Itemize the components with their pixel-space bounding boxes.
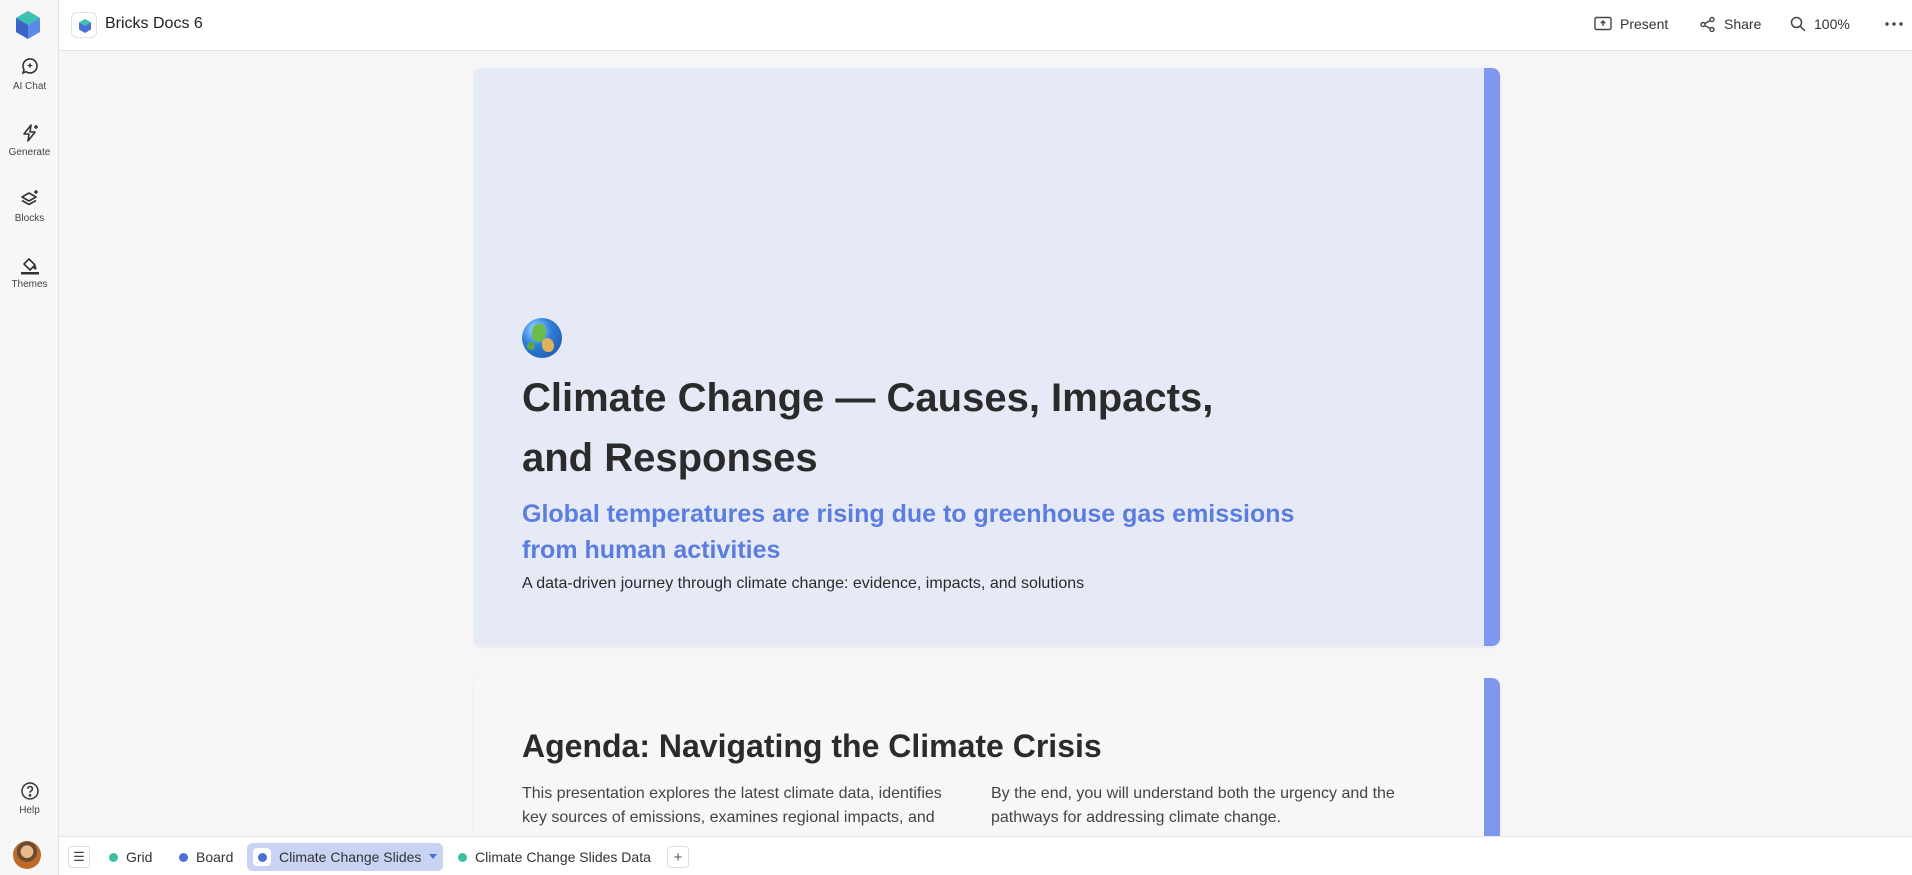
slide-accent-bar: [1484, 68, 1500, 646]
sidebar-item-label: Generate: [8, 147, 51, 158]
share-label: Share: [1724, 16, 1762, 32]
present-button[interactable]: Present: [1594, 0, 1668, 48]
sidebar-item-label: AI Chat: [12, 81, 47, 92]
share-button[interactable]: Share: [1699, 0, 1761, 48]
more-options-button[interactable]: [1885, 0, 1903, 48]
sidebar-item-label: Blocks: [14, 213, 45, 224]
sparkle-bolt-icon: [22, 124, 38, 142]
tab-climate-change-slides-data[interactable]: Climate Change Slides Data: [452, 844, 657, 870]
slide-subtitle[interactable]: Global temperatures are rising due to gr…: [522, 496, 1322, 568]
tab-board[interactable]: Board: [173, 844, 239, 870]
left-rail: AI Chat Generate Blocks Themes Help: [0, 0, 59, 875]
tab-label: Board: [196, 849, 234, 865]
tab-label: Climate Change Slides: [279, 849, 422, 865]
tab-dot-icon: [458, 852, 467, 862]
top-bar: Bricks Docs 6 Present Share 100%: [59, 0, 1912, 51]
sidebar-item-ai-chat[interactable]: AI Chat: [0, 57, 59, 92]
bottom-tab-bar: ☰ Grid Board Climate Change Slides Clima…: [59, 836, 1912, 875]
plus-icon: +: [673, 848, 683, 866]
sidebar-item-themes[interactable]: Themes: [0, 255, 59, 290]
doc-title[interactable]: Bricks Docs 6: [105, 15, 203, 33]
slide-description[interactable]: A data-driven journey through climate ch…: [522, 575, 1084, 593]
zoom-icon: [1790, 16, 1806, 32]
share-icon: [1700, 16, 1715, 32]
slide-column-1[interactable]: This presentation explores the latest cl…: [522, 782, 962, 830]
slide-title[interactable]: Climate Change — Causes, Impacts, and Re…: [522, 368, 1262, 488]
doc-icon: [71, 12, 97, 38]
add-tab-button[interactable]: +: [667, 846, 689, 868]
slide-title[interactable]: Agenda: Navigating the Climate Crisis: [522, 728, 1102, 765]
chevron-down-icon[interactable]: [429, 854, 438, 860]
tab-label: Climate Change Slides Data: [475, 849, 651, 865]
menu-icon: ☰: [73, 849, 85, 864]
help-button[interactable]: Help: [0, 781, 59, 816]
sheets-menu-button[interactable]: ☰: [68, 846, 90, 868]
paint-bucket-icon: [20, 258, 39, 275]
chat-sparkle-icon: [21, 58, 38, 75]
tab-climate-change-slides[interactable]: Climate Change Slides: [247, 843, 444, 871]
tab-dot-icon: [179, 852, 188, 862]
zoom-level: 100%: [1814, 16, 1850, 32]
present-label: Present: [1620, 16, 1669, 32]
sidebar-item-blocks[interactable]: Blocks: [0, 189, 59, 224]
globe-icon: [522, 318, 562, 358]
tab-grid[interactable]: Grid: [103, 844, 158, 870]
tab-dot-icon: [109, 852, 118, 862]
slide-1[interactable]: Climate Change — Causes, Impacts, and Re…: [474, 68, 1500, 646]
present-icon: [1594, 16, 1612, 31]
help-label: Help: [19, 805, 40, 816]
tab-label: Grid: [126, 849, 153, 865]
avatar[interactable]: [13, 841, 41, 869]
slide-column-2[interactable]: By the end, you will understand both the…: [991, 782, 1431, 830]
more-horizontal-icon: [1885, 22, 1903, 26]
sidebar-item-generate[interactable]: Generate: [0, 123, 59, 158]
help-icon: [20, 782, 39, 800]
tab-doc-icon: [253, 848, 271, 866]
zoom-button[interactable]: 100%: [1790, 0, 1850, 48]
layers-plus-icon: [20, 190, 38, 206]
app-logo-icon[interactable]: [14, 10, 42, 40]
sidebar-item-label: Themes: [11, 279, 48, 290]
